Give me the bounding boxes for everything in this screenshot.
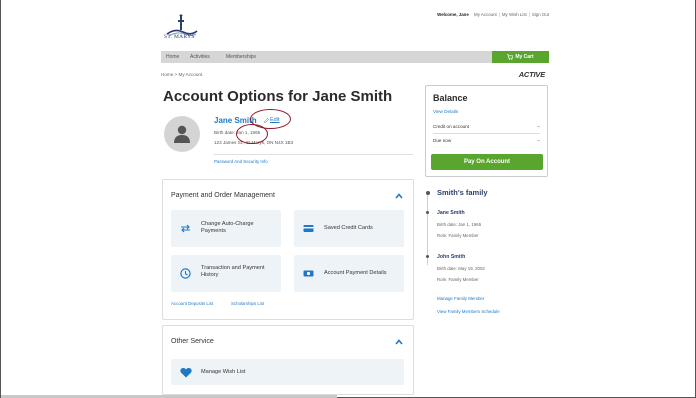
logo-text: ST. MARYS [164,34,195,40]
nav-memberships[interactable]: Memberships [226,54,256,60]
active-logo: ACTIVE [518,70,546,79]
breadcrumb[interactable]: Home > My Account [161,72,202,77]
due-value: -- [536,138,540,143]
money-icon [303,270,314,277]
change-auto-charge-tile[interactable]: Change Auto-Charge Payments [171,210,281,247]
change-auto-charge-label: Change Auto-Charge Payments [201,221,254,234]
account-payment-details-label: Account Payment Details [324,270,387,276]
family-dot [425,190,430,195]
family-member-role: Role: Family Member [437,277,479,282]
credit-value: -- [536,124,540,129]
due-label: Due now [433,138,452,143]
account-payment-details-tile[interactable]: Account Payment Details [294,255,404,292]
saved-credit-cards-label: Saved Credit Cards [324,225,373,231]
balance-panel: Balance View Details Credit on account -… [425,85,548,177]
avatar [164,116,200,152]
page-content: ST. MARYS Welcome, Jane My Account | My Wi… [161,0,549,398]
credit-label: Credit on account [433,124,470,129]
manage-wish-list-label: Manage Wish List [201,369,246,375]
family-member-role: Role: Family Member [437,233,479,238]
profile-divider [214,154,413,155]
transaction-history-label: Transaction and Payment History [201,265,265,278]
nav-home[interactable]: Home [166,54,179,60]
other-service-title: Other Service [171,338,214,345]
user-icon [174,125,190,143]
welcome-text: Welcome, Jane [437,12,469,17]
swap-arrows-icon [181,224,190,233]
family-schedule-link[interactable]: View Family Members Schedule [437,309,500,314]
manage-family-link[interactable]: Manage Family Member [437,296,484,301]
wish-list-link[interactable]: My Wish List [502,12,527,17]
credit-card-icon [303,225,314,232]
manage-wish-list-tile[interactable]: Manage Wish List [171,359,404,385]
pay-on-account-button[interactable]: Pay On Account [431,154,543,170]
balance-divider [433,133,540,134]
member-dot [426,255,429,258]
page-title: Account Options for Jane Smith [163,88,393,105]
my-account-link[interactable]: My Account [474,12,497,17]
main-nav: Home Activities Memberships My Cart [161,51,549,63]
saved-credit-cards-tile[interactable]: Saved Credit Cards [294,210,404,247]
chevron-up-icon[interactable] [395,339,403,345]
family-member-birth: Birth date: May 19, 2002 [437,266,485,271]
view-details-link[interactable]: View Details [433,109,458,114]
clock-icon [180,268,191,279]
heart-icon [180,367,192,378]
annotation-circle-birth [236,124,268,144]
chevron-up-icon[interactable] [395,193,403,199]
due-now-row: Due now -- [433,138,540,143]
account-deposits-link[interactable]: Account Deposits List [171,301,213,306]
transaction-history-tile[interactable]: Transaction and Payment History [171,255,281,292]
other-service-card: Other Service Manage Wish List [162,325,414,395]
scholarships-link[interactable]: Scholarships List [231,301,264,306]
nav-activities[interactable]: Activities [190,54,210,60]
password-security-link[interactable]: Password And Security Info [214,159,268,164]
family-member-name[interactable]: Jane Smith [437,210,465,216]
sign-out-link[interactable]: Sign Out [532,12,549,17]
my-cart-button[interactable]: My Cart [492,51,549,63]
family-member-birth: Birth date: Jan 1, 1965 [437,222,482,227]
payment-order-card: Payment and Order Management Change Auto… [162,179,414,320]
family-member-name[interactable]: John Smith [437,254,465,260]
credit-on-account-row: Credit on account -- [433,124,540,129]
family-title: Smith's family [437,188,488,197]
balance-title: Balance [433,93,468,103]
cart-icon [507,54,514,60]
member-dot [426,211,429,214]
cart-label: My Cart [515,54,534,60]
top-links: Welcome, Jane My Account | My Wish List | Si… [437,12,549,17]
payment-card-title: Payment and Order Management [171,192,275,199]
